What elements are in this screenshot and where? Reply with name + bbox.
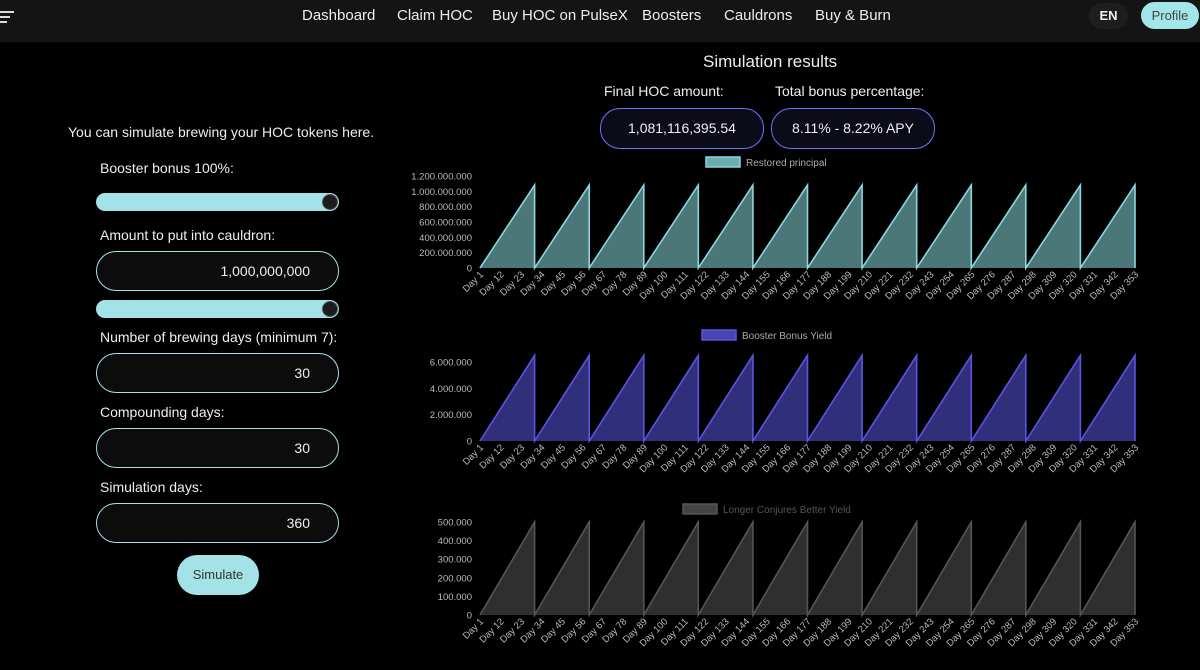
legend-label: Restored principal (746, 158, 827, 169)
y-tick-label: 400.000.000 (419, 233, 472, 244)
y-tick-label: 200.000.000 (419, 248, 472, 259)
y-tick-label: 500.000 (438, 518, 472, 529)
legend-swatch (705, 156, 741, 168)
y-tick-label: 400.000 (438, 536, 472, 547)
simulation-charts: Restored principal 1.200.000.000 1.000.000… (411, 156, 1141, 649)
y-tick-label: 800.000.000 (419, 202, 472, 213)
y-tick-label: 200.000 (438, 573, 472, 584)
y-tick-label: 600.000.000 (419, 218, 472, 229)
y-tick-label: 4.000.000 (430, 384, 472, 395)
y-tick-label: 1.200.000.000 (411, 172, 472, 183)
y-tick-label: 0 (467, 611, 472, 622)
y-tick-label: 0 (467, 264, 472, 275)
y-tick-label: 1.000.000.000 (411, 187, 472, 198)
legend-label: Longer Conjures Better Yield (723, 505, 851, 516)
legend-swatch (682, 503, 718, 515)
legend-label: Booster Bonus Yield (742, 331, 832, 342)
y-tick-label: 300.000 (438, 555, 472, 566)
y-tick-label: 6.000.000 (430, 358, 472, 369)
y-tick-label: 100.000 (438, 592, 472, 603)
legend-swatch (701, 329, 737, 341)
y-tick-label: 0 (467, 437, 472, 448)
y-tick-label: 2.000.000 (430, 410, 472, 421)
